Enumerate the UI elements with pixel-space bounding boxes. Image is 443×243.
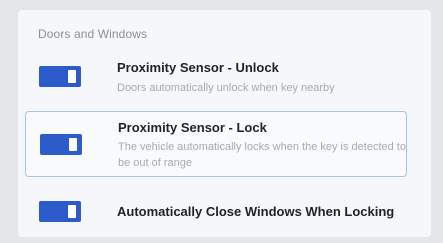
doors-and-windows-panel: Doors and Windows Proximity Sensor - Unl… <box>18 10 431 237</box>
toggle-knob <box>68 205 76 218</box>
setting-description: Doors automatically unlock when key near… <box>117 82 335 94</box>
setting-label: Proximity Sensor - Lock <box>118 120 267 135</box>
toggle-knob <box>69 138 77 151</box>
proximity-unlock-toggle[interactable] <box>39 66 81 87</box>
proximity-lock-toggle[interactable] <box>40 134 82 155</box>
setting-proximity-unlock[interactable]: Proximity Sensor - Unlock Doors automati… <box>25 56 407 100</box>
close-windows-toggle[interactable] <box>39 201 81 222</box>
section-title: Doors and Windows <box>38 27 148 41</box>
setting-proximity-lock[interactable]: Proximity Sensor - Lock The vehicle auto… <box>25 111 407 177</box>
setting-label: Proximity Sensor - Unlock <box>117 60 279 75</box>
setting-close-windows[interactable]: Automatically Close Windows When Locking <box>25 196 407 226</box>
setting-label: Automatically Close Windows When Locking <box>117 204 395 219</box>
toggle-knob <box>68 70 76 83</box>
setting-description: The vehicle automatically locks when the… <box>118 141 406 169</box>
